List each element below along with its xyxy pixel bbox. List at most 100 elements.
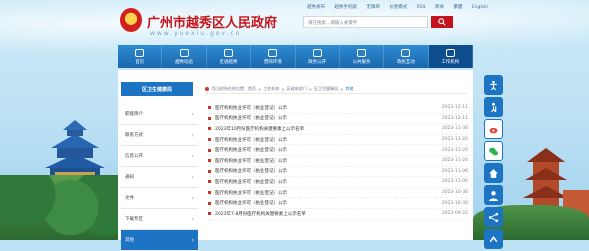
nav-item-home[interactable]: 首页	[118, 45, 163, 68]
breadcrumb-link[interactable]: 区政府部门	[287, 86, 307, 92]
site-header: 广州市越秀区人民政府 www.yuexiu.gov.cn 越秀发布 越秀手机版 …	[0, 0, 589, 42]
sidebar-item-label: 通知	[125, 175, 134, 180]
list-item[interactable]: 医疗机构执业许可（执业登记）公示 2023-11-20	[208, 156, 468, 167]
sidebar-item-intro[interactable]: 职能简介 ›	[121, 104, 198, 125]
document-icon	[312, 48, 322, 57]
breadcrumb-link[interactable]: 区卫生健康局	[314, 86, 338, 92]
floating-toolbar	[484, 75, 503, 251]
nav-label: 公共服务	[352, 59, 371, 65]
list-item[interactable]: 医疗机构执业许可（执业登记）公示 2023-10-30	[208, 188, 468, 199]
share-button[interactable]	[484, 207, 503, 227]
sidebar-item-info[interactable]: 信息公开 ›	[121, 146, 198, 167]
weibo-button[interactable]	[484, 119, 503, 139]
list-item-title[interactable]: 2023年10月份医疗机构关键要素上公示名单	[215, 126, 438, 132]
list-item-date: 2023-10-30	[441, 200, 468, 206]
top-link[interactable]: English	[472, 5, 488, 10]
top-links: 越秀发布 越秀手机版 无障碍 长者模式 RSS 简体 繁體 English	[307, 4, 496, 10]
share-icon	[488, 212, 499, 222]
list-item[interactable]: 2023年7-8月份医疗机构关键要素上公示名单 2023-09-22	[208, 209, 468, 220]
sidebar-item-downloads[interactable]: 下载专区 ›	[121, 209, 198, 230]
list-item[interactable]: 医疗机构执业许可（执业登记）公示 2023-12-11	[208, 114, 468, 125]
list-item-title[interactable]: 医疗机构执业许可（执业登记）公示	[215, 190, 438, 196]
sidebar-item-label: 职能简介	[125, 112, 143, 117]
nav-label: 政务公开	[308, 59, 327, 65]
list-item-title[interactable]: 医疗机构执业许可（执业登记）公示	[215, 115, 438, 121]
top-link[interactable]: 无障碍	[366, 5, 380, 10]
list-item-date: 2023-11-06	[441, 179, 468, 185]
wechat-icon	[489, 147, 499, 155]
top-link[interactable]: 繁體	[453, 5, 462, 10]
list-item[interactable]: 医疗机构执业许可（执业登记）公示 2023-11-20	[208, 135, 468, 146]
list-item[interactable]: 医疗机构执业许可（执业登记）公示 2023-12-11	[208, 103, 468, 114]
list-item[interactable]: 医疗机构执业许可（执业登记）公示 2023-10-30	[208, 198, 468, 209]
bullet-icon	[208, 116, 211, 120]
home-service-button[interactable]	[484, 163, 503, 183]
list-item-title[interactable]: 医疗机构执业许可（执业登记）公示	[215, 158, 438, 164]
top-link[interactable]: 长者模式	[389, 5, 407, 10]
back-to-top-button[interactable]	[484, 229, 503, 249]
sidebar-item-notice[interactable]: 通知 ›	[121, 167, 198, 188]
breadcrumb-link[interactable]: 工作机构	[263, 86, 279, 92]
top-link[interactable]: 越秀发布	[307, 5, 325, 10]
location-icon	[205, 87, 209, 91]
list-item-title[interactable]: 2023年7-8月份医疗机构关键要素上公示名单	[215, 211, 438, 217]
main-nav: 首页 越秀动态 走进越秀 营商环境 政务公开 公共服务 政民互动 工作机构	[118, 45, 473, 68]
list-item[interactable]: 医疗机构执业许可（执业登记）公示 2023-11-20	[208, 145, 468, 156]
wechat-button[interactable]	[484, 141, 503, 161]
list-item-title[interactable]: 医疗机构执业许可（执业登记）公示	[215, 168, 438, 174]
nav-item-business[interactable]: 营商环境	[251, 45, 296, 68]
person-icon	[489, 190, 498, 201]
nav-item-institutions[interactable]: 工作机构	[428, 45, 473, 68]
elder-mode-button[interactable]	[484, 97, 503, 117]
news-icon	[179, 48, 189, 57]
breadcrumb-separator: >	[281, 86, 285, 92]
bullet-icon	[208, 148, 211, 152]
list-item-title[interactable]: 医疗机构执业许可（执业登记）公示	[215, 200, 438, 206]
breadcrumb-prefix: 您当前所在的位置：	[212, 86, 248, 91]
accessibility-button[interactable]	[484, 75, 503, 95]
list-item-date: 2023-11-20	[441, 158, 468, 164]
sidebar-item-other[interactable]: 其他 ›	[121, 230, 198, 251]
sidebar-menu: 职能简介 › 联系方式 › 信息公开 › 通知 › 文件 › 下载专区 › 其他…	[121, 104, 198, 251]
nav-item-services[interactable]: 公共服务	[340, 45, 385, 68]
sidebar-item-label: 其他	[125, 238, 134, 243]
bullet-icon	[208, 159, 211, 163]
chevron-right-icon: ›	[191, 236, 194, 244]
sidebar-item-label: 文件	[125, 196, 134, 201]
sidebar-item-label: 信息公开	[125, 154, 143, 159]
sidebar-item-contact[interactable]: 联系方式 ›	[121, 125, 198, 146]
list-item-title[interactable]: 医疗机构执业许可（执业登记）公示	[215, 105, 438, 111]
breadcrumb-separator: >	[340, 86, 344, 92]
chevron-right-icon: ›	[191, 194, 194, 202]
nav-item-about[interactable]: 走进越秀	[207, 45, 252, 68]
list-item-date: 2023-12-11	[441, 115, 468, 121]
user-button[interactable]	[484, 185, 503, 205]
list-item[interactable]: 医疗机构执业许可（执业登记）公示 2023-11-06	[208, 167, 468, 178]
top-link[interactable]: 简体	[435, 5, 444, 10]
sidebar-item-label: 联系方式	[125, 133, 143, 138]
list-item-title[interactable]: 医疗机构执业许可（执业登记）公示	[215, 137, 438, 143]
sidebar-item-files[interactable]: 文件 ›	[121, 188, 198, 209]
search-input[interactable]: 请在搜索...请输入关键字	[303, 16, 428, 28]
sidebar-item-label: 下载专区	[125, 217, 143, 222]
nav-item-news[interactable]: 越秀动态	[162, 45, 207, 68]
top-link[interactable]: 越秀手机版	[334, 5, 357, 10]
list-item-date: 2023-11-30	[441, 126, 468, 132]
service-icon	[357, 48, 367, 57]
article-list: 医疗机构执业许可（执业登记）公示 2023-12-11 医疗机构执业许可（执业登记…	[208, 103, 468, 220]
chevron-right-icon: ›	[191, 152, 194, 160]
list-item-date: 2023-10-30	[441, 190, 468, 196]
nav-item-interaction[interactable]: 政民互动	[384, 45, 429, 68]
list-item-title[interactable]: 医疗机构执业许可（执业登记）公示	[215, 179, 438, 185]
breadcrumb-link[interactable]: 首页	[248, 86, 256, 92]
nav-item-disclosure[interactable]: 政务公开	[296, 45, 340, 68]
list-item[interactable]: 医疗机构执业许可（执业登记）公示 2023-11-06	[208, 177, 468, 188]
list-item[interactable]: 2023年10月份医疗机构关键要素上公示名单 2023-11-30	[208, 124, 468, 135]
list-item-title[interactable]: 医疗机构执业许可（执业登记）公示	[215, 147, 438, 153]
top-link[interactable]: RSS	[417, 5, 426, 10]
search-button[interactable]	[431, 16, 453, 28]
weibo-icon	[489, 127, 498, 133]
list-item-date: 2023-11-20	[441, 147, 468, 153]
nav-label: 越秀动态	[175, 59, 194, 65]
breadcrumb-separator: >	[308, 86, 313, 92]
